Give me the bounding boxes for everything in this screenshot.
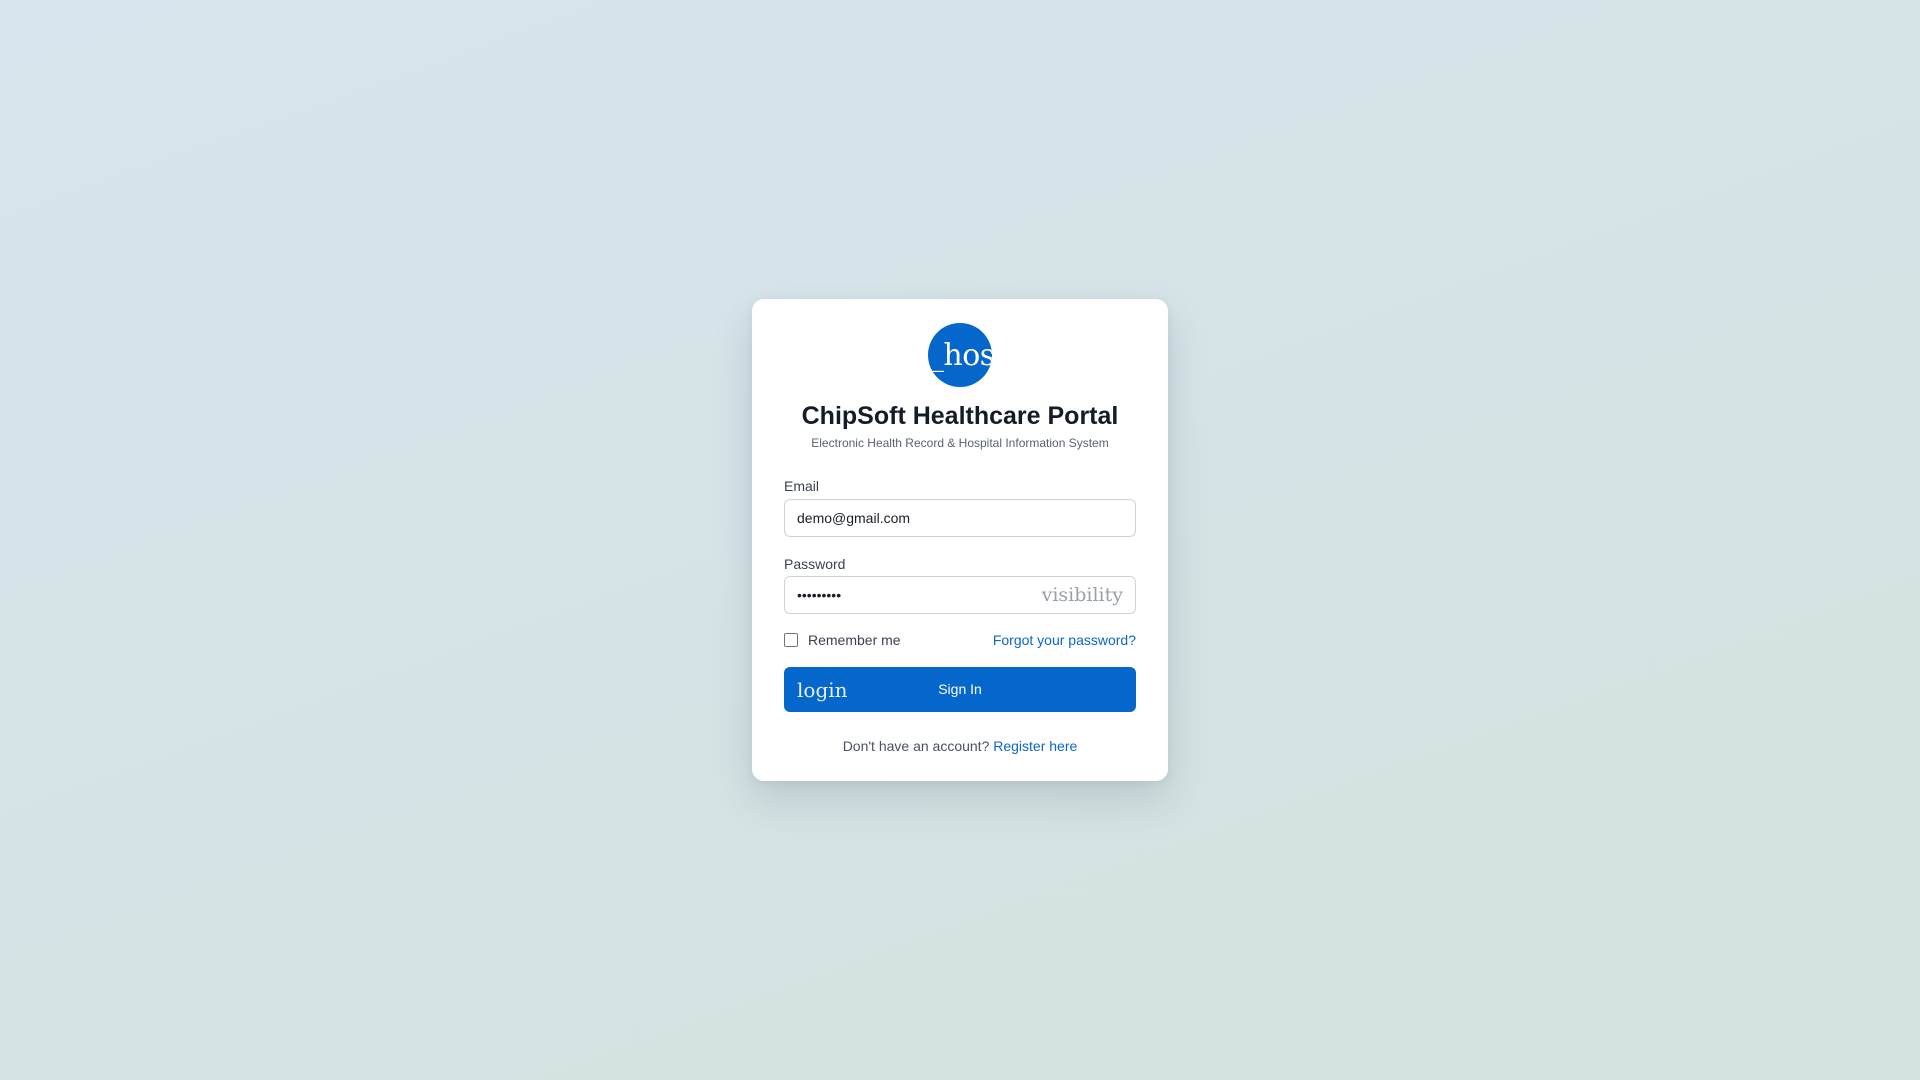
sign-in-label: Sign In bbox=[938, 681, 982, 697]
password-field[interactable] bbox=[785, 577, 1045, 613]
remember-me-checkbox[interactable] bbox=[784, 633, 798, 647]
email-field[interactable] bbox=[784, 499, 1136, 537]
remember-me[interactable]: Remember me bbox=[784, 632, 901, 648]
visibility-icon[interactable]: visibility bbox=[1042, 585, 1123, 605]
hospital-logo: local_hospital bbox=[928, 323, 992, 387]
login-card: local_hospital ChipSoft Healthcare Porta… bbox=[752, 299, 1168, 781]
remember-me-label: Remember me bbox=[808, 632, 901, 648]
password-label: Password bbox=[784, 556, 846, 572]
page-subtitle: Electronic Health Record & Hospital Info… bbox=[811, 436, 1109, 450]
local-hospital-icon: local_hospital bbox=[928, 337, 992, 373]
email-label: Email bbox=[784, 478, 820, 494]
password-field-wrapper: visibility bbox=[784, 576, 1136, 614]
sign-in-button[interactable]: login Sign In bbox=[784, 667, 1136, 712]
register-link[interactable]: Register here bbox=[993, 738, 1077, 754]
register-row: Don't have an account? Register here bbox=[752, 738, 1168, 754]
register-prompt: Don't have an account? bbox=[842, 738, 990, 754]
page-title: ChipSoft Healthcare Portal bbox=[801, 402, 1119, 430]
forgot-password-link[interactable]: Forgot your password? bbox=[993, 632, 1136, 648]
